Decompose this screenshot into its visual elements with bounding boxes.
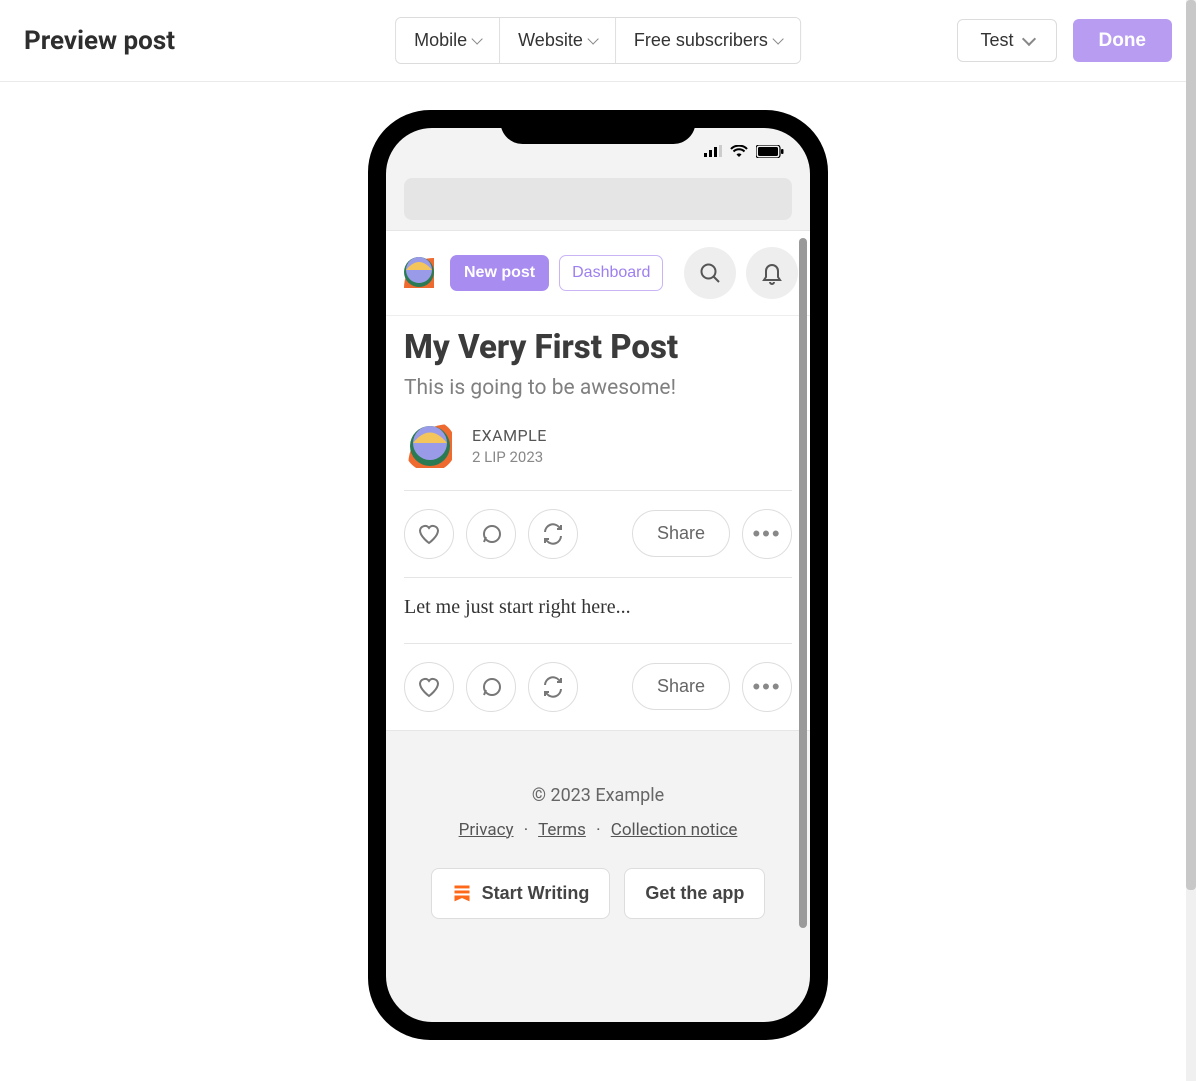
comment-icon: [479, 522, 503, 546]
audience-dropdown[interactable]: Free subscribers: [616, 18, 800, 63]
footer-links: Privacy · Terms · Collection notice: [406, 820, 790, 840]
dashboard-button[interactable]: Dashboard: [559, 255, 663, 291]
separator-dot: ·: [596, 820, 600, 840]
more-icon: •••: [752, 674, 781, 700]
battery-icon: [756, 145, 784, 158]
copyright: © 2023 Example: [406, 785, 790, 806]
author-avatar[interactable]: [404, 420, 456, 472]
get-app-button[interactable]: Get the app: [624, 868, 765, 919]
url-bar-placeholder: [404, 178, 792, 220]
phone-frame: New post Dashboard My Very First Post Th…: [368, 110, 828, 1040]
wifi-icon: [730, 145, 748, 158]
chevron-down-icon: [587, 33, 598, 44]
preview-stage: New post Dashboard My Very First Post Th…: [0, 82, 1196, 1040]
comment-button[interactable]: [466, 509, 516, 559]
post-title: My Very First Post: [404, 328, 792, 368]
new-post-button[interactable]: New post: [450, 255, 549, 291]
more-button[interactable]: •••: [742, 662, 792, 712]
phone-scrollbar-thumb[interactable]: [799, 238, 807, 928]
heart-icon: [417, 522, 441, 546]
terms-link[interactable]: Terms: [538, 820, 586, 840]
author-meta: EXAMPLE 2 LIP 2023: [472, 426, 547, 466]
phone-notch: [501, 110, 696, 144]
bell-icon: [761, 261, 783, 285]
substack-icon: [452, 883, 472, 903]
right-controls: Test Done: [957, 19, 1172, 62]
page-title: Preview post: [24, 26, 175, 56]
website-dropdown[interactable]: Website: [500, 18, 616, 63]
get-app-label: Get the app: [645, 883, 744, 904]
search-button[interactable]: [684, 247, 736, 299]
heart-icon: [417, 675, 441, 699]
mobile-dropdown[interactable]: Mobile: [396, 18, 500, 63]
post-date: 2 LIP 2023: [472, 448, 547, 466]
test-dropdown[interactable]: Test: [957, 19, 1056, 62]
chevron-down-icon: [772, 33, 783, 44]
segmented-control: Mobile Website Free subscribers: [395, 17, 801, 64]
mobile-label: Mobile: [414, 30, 467, 51]
phone-screen: New post Dashboard My Very First Post Th…: [386, 128, 810, 1022]
phone-footer: © 2023 Example Privacy · Terms · Collect…: [386, 731, 810, 945]
test-label: Test: [980, 30, 1013, 51]
privacy-link[interactable]: Privacy: [459, 820, 514, 840]
more-button[interactable]: •••: [742, 509, 792, 559]
search-icon: [698, 261, 722, 285]
done-button[interactable]: Done: [1073, 19, 1173, 62]
notifications-button[interactable]: [746, 247, 798, 299]
separator-dot: ·: [524, 820, 528, 840]
start-writing-button[interactable]: Start Writing: [431, 868, 611, 919]
page-scrollbar-track: [1186, 0, 1196, 1081]
chevron-down-icon: [471, 33, 482, 44]
website-label: Website: [518, 30, 583, 51]
more-icon: •••: [752, 521, 781, 547]
action-row-top: Share •••: [386, 491, 810, 577]
restack-button[interactable]: [528, 662, 578, 712]
like-button[interactable]: [404, 662, 454, 712]
post-toolbar: New post Dashboard: [386, 231, 810, 316]
post-content: Let me just start right here...: [386, 578, 810, 643]
topbar: Preview post Mobile Website Free subscri…: [0, 0, 1196, 82]
post-card: New post Dashboard My Very First Post Th…: [386, 230, 810, 731]
publication-avatar[interactable]: [398, 252, 440, 294]
comment-icon: [479, 675, 503, 699]
share-button[interactable]: Share: [632, 510, 730, 557]
restack-button[interactable]: [528, 509, 578, 559]
author-name: EXAMPLE: [472, 426, 547, 445]
footer-buttons: Start Writing Get the app: [406, 868, 790, 919]
post-body: My Very First Post This is going to be a…: [386, 316, 810, 472]
restack-icon: [541, 522, 565, 546]
post-subtitle: This is going to be awesome!: [404, 376, 792, 400]
author-row: EXAMPLE 2 LIP 2023: [404, 420, 792, 472]
preview-mode-controls: Mobile Website Free subscribers: [395, 17, 801, 64]
audience-label: Free subscribers: [634, 30, 768, 51]
comment-button[interactable]: [466, 662, 516, 712]
collection-notice-link[interactable]: Collection notice: [611, 820, 738, 840]
start-writing-label: Start Writing: [482, 883, 590, 904]
action-row-bottom: Share •••: [386, 644, 810, 730]
share-button[interactable]: Share: [632, 663, 730, 710]
page-scrollbar-thumb[interactable]: [1186, 0, 1196, 890]
like-button[interactable]: [404, 509, 454, 559]
restack-icon: [541, 675, 565, 699]
chevron-down-icon: [1021, 31, 1035, 45]
signal-icon: [704, 145, 722, 157]
